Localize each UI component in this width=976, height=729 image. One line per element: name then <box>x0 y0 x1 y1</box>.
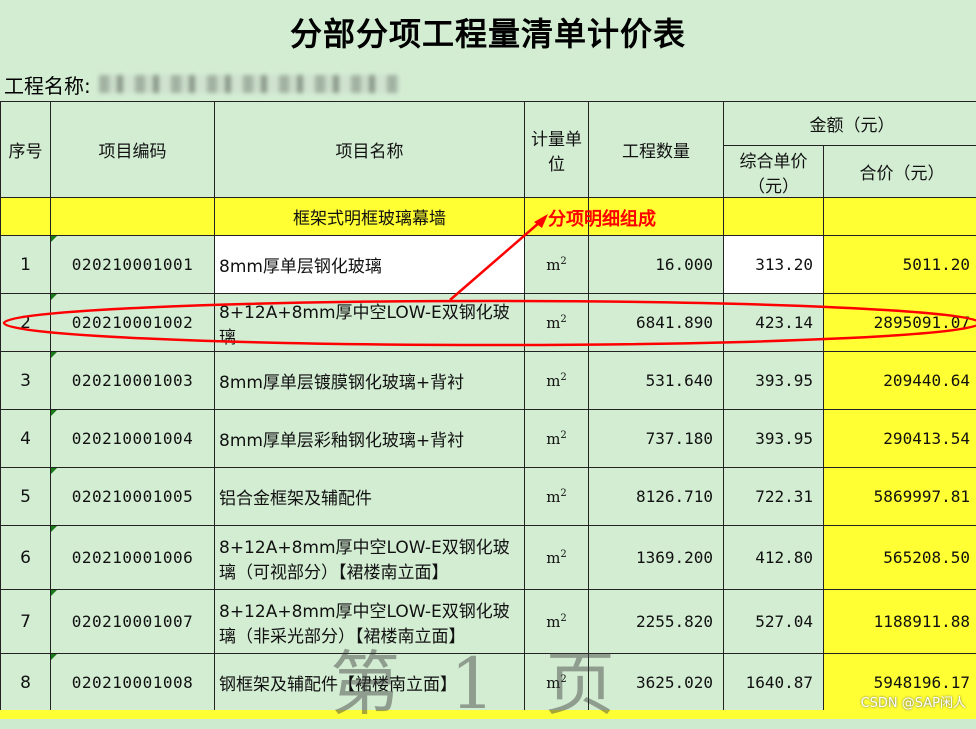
table-row: 20202100010028+12A+8mm厚中空LOW-E双钢化玻璃m2684… <box>1 294 976 352</box>
unit-exponent: 2 <box>560 613 566 624</box>
row-no: 6 <box>1 526 51 590</box>
header-name: 项目名称 <box>215 102 525 198</box>
row-total: 2895091.07 <box>824 294 976 352</box>
row-no: 7 <box>1 590 51 654</box>
header-no: 序号 <box>1 102 51 198</box>
row-price: 423.14 <box>724 294 824 352</box>
row-unit: m2 <box>525 526 589 590</box>
table-row: 10202100010018mm厚单层钢化玻璃m216.000313.20501… <box>1 236 976 294</box>
annotation-text: 分项明细组成 <box>548 205 656 231</box>
row-unit: m2 <box>525 352 589 410</box>
row-qty: 737.180 <box>589 410 724 468</box>
row-qty: 1369.200 <box>589 526 724 590</box>
row-total: 1188911.88 <box>824 590 976 654</box>
page-title: 分部分项工程量清单计价表 <box>0 0 976 64</box>
section-title: 框架式明框玻璃幕墙 <box>215 198 525 236</box>
row-qty: 6841.890 <box>589 294 724 352</box>
unit-exponent: 2 <box>560 549 566 560</box>
row-unit: m2 <box>525 294 589 352</box>
project-name-label: 工程名称: <box>0 70 91 99</box>
unit-symbol: m <box>546 549 560 567</box>
unit-symbol: m <box>546 372 560 390</box>
row-total: 565208.50 <box>824 526 976 590</box>
project-name-row: 工程名称: <box>0 66 976 102</box>
row-qty: 8126.710 <box>589 468 724 526</box>
row-unit: m2 <box>525 468 589 526</box>
row-name: 8mm厚单层镀膜钢化玻璃+背衬 <box>215 352 525 410</box>
row-qty: 531.640 <box>589 352 724 410</box>
unit-symbol: m <box>546 430 560 448</box>
row-total: 290413.54 <box>824 410 976 468</box>
row-price: 393.95 <box>724 410 824 468</box>
row-qty: 16.000 <box>589 236 724 294</box>
row-code: 020210001007 <box>51 590 215 654</box>
row-no: 3 <box>1 352 51 410</box>
unit-symbol: m <box>546 488 560 506</box>
unit-symbol: m <box>546 256 560 274</box>
unit-symbol: m <box>546 314 560 332</box>
row-total: 209440.64 <box>824 352 976 410</box>
header-unit-price: 综合单价（元） <box>724 146 824 198</box>
row-total: 5011.20 <box>824 236 976 294</box>
unit-exponent: 2 <box>560 430 566 441</box>
header-unit: 计量单位 <box>525 102 589 198</box>
table-row: 40202100010048mm厚单层彩釉钢化玻璃+背衬m2737.180393… <box>1 410 976 468</box>
bill-of-quantities-table: 序号 项目编码 项目名称 计量单位 工程数量 金额（元） 综合单价（元） 合价（… <box>0 101 976 712</box>
section-price-cell <box>724 198 824 236</box>
unit-exponent: 2 <box>560 488 566 499</box>
row-price: 393.95 <box>724 352 824 410</box>
row-name: 8+12A+8mm厚中空LOW-E双钢化玻璃 <box>215 294 525 352</box>
section-code-cell <box>51 198 215 236</box>
row-no: 2 <box>1 294 51 352</box>
row-unit: m2 <box>525 410 589 468</box>
row-price: 722.31 <box>724 468 824 526</box>
page-watermark: 第 1 页 <box>330 628 629 729</box>
row-code: 020210001001 <box>51 236 215 294</box>
source-credit: CSDN @SAP闲人 <box>861 692 966 711</box>
header-total: 合价（元） <box>824 146 976 198</box>
row-name: 铝合金框架及辅配件 <box>215 468 525 526</box>
row-total: 5869997.81 <box>824 468 976 526</box>
unit-exponent: 2 <box>560 256 566 267</box>
row-code: 020210001008 <box>51 654 215 712</box>
section-no-cell <box>1 198 51 236</box>
row-name: 8+12A+8mm厚中空LOW-E双钢化玻璃（可视部分）【裙楼南立面】 <box>215 526 525 590</box>
header-qty: 工程数量 <box>589 102 724 198</box>
row-price: 412.80 <box>724 526 824 590</box>
row-name: 8mm厚单层彩釉钢化玻璃+背衬 <box>215 410 525 468</box>
row-code: 020210001004 <box>51 410 215 468</box>
spreadsheet-page: 分部分项工程量清单计价表 工程名称: 序号 项目编码 项目名称 计量单位 工程数… <box>0 0 976 719</box>
row-price: 527.04 <box>724 590 824 654</box>
section-total-cell <box>824 198 976 236</box>
unit-exponent: 2 <box>560 314 566 325</box>
row-name: 8mm厚单层钢化玻璃 <box>215 236 525 294</box>
row-no: 1 <box>1 236 51 294</box>
row-unit: m2 <box>525 236 589 294</box>
row-no: 4 <box>1 410 51 468</box>
row-code: 020210001006 <box>51 526 215 590</box>
row-code: 020210001005 <box>51 468 215 526</box>
row-no: 5 <box>1 468 51 526</box>
header-code: 项目编码 <box>51 102 215 198</box>
row-price: 313.20 <box>724 236 824 294</box>
unit-exponent: 2 <box>560 372 566 383</box>
row-no: 8 <box>1 654 51 712</box>
row-code: 020210001002 <box>51 294 215 352</box>
row-code: 020210001003 <box>51 352 215 410</box>
table-row: 60202100010068+12A+8mm厚中空LOW-E双钢化玻璃（可视部分… <box>1 526 976 590</box>
redacted-project-name <box>99 75 399 93</box>
table-row: 5020210001005铝合金框架及辅配件m28126.710722.3158… <box>1 468 976 526</box>
row-price: 1640.87 <box>724 654 824 712</box>
table-row: 30202100010038mm厚单层镀膜钢化玻璃+背衬m2531.640393… <box>1 352 976 410</box>
header-amount: 金额（元） <box>724 102 976 146</box>
